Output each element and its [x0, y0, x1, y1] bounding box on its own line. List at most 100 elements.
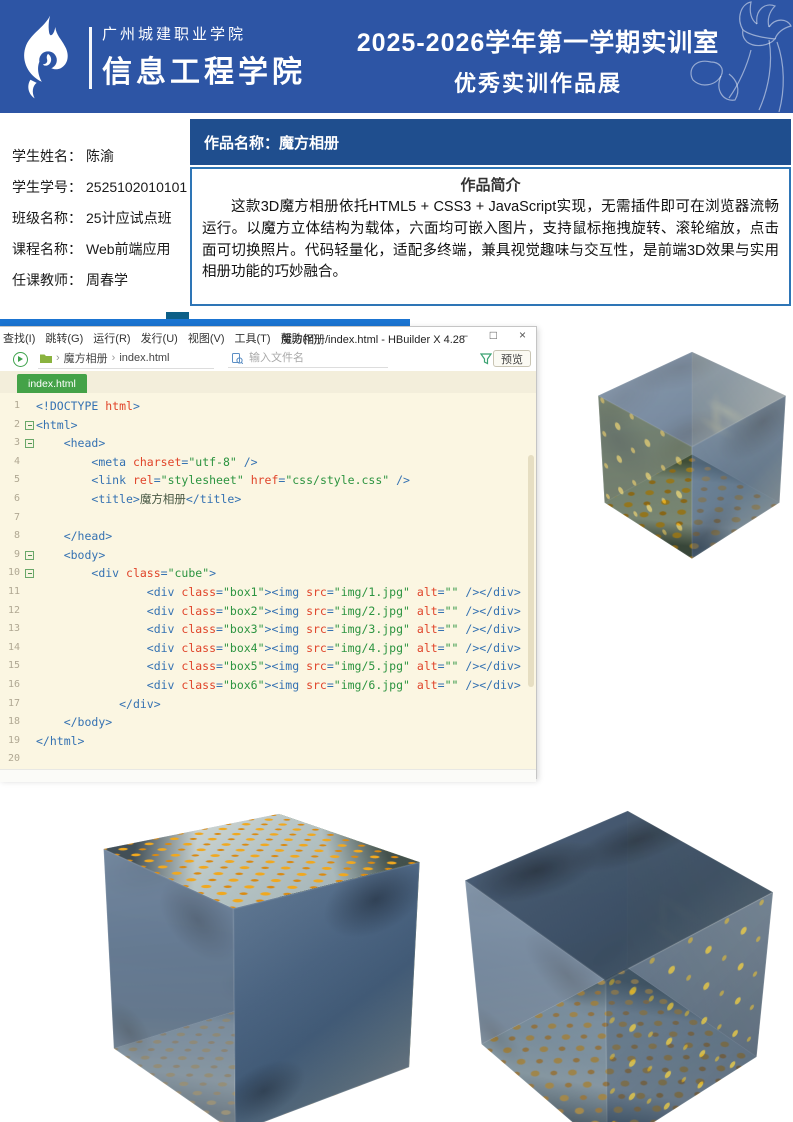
tab-index-html[interactable]: index.html [17, 374, 87, 393]
code-text: </div> [36, 695, 161, 714]
code-line: 5 <link rel="stylesheet" href="css/style… [0, 471, 536, 490]
info-value: 2525102010101 [86, 179, 187, 195]
fold-icon[interactable] [24, 416, 36, 435]
code-text: <body> [36, 546, 105, 565]
code-line: 9 <body> [0, 546, 536, 565]
run-button[interactable] [13, 352, 28, 367]
line-number: 9 [0, 546, 24, 565]
cube-3d [531, 849, 696, 1095]
code-line: 10 <div class="cube"> [0, 564, 536, 583]
work-intro-text: 这款3D魔方相册依托HTML5 + CSS3 + JavaScript实现，无需… [202, 197, 779, 284]
close-button[interactable]: × [519, 328, 526, 342]
fold-spacer [24, 713, 36, 732]
code-text: <meta charset="utf-8" /> [36, 453, 258, 472]
line-number: 15 [0, 657, 24, 676]
cube-3d [164, 836, 345, 1087]
fold-icon[interactable] [24, 434, 36, 453]
code-text: </body> [36, 713, 112, 732]
search-input[interactable] [247, 351, 363, 365]
info-label: 任课教师： [12, 272, 82, 288]
code-line: 17 </div> [0, 695, 536, 714]
line-number: 12 [0, 602, 24, 621]
ide-statusbar [0, 769, 536, 782]
ide-titlebar: 查找(I)跳转(G)运行(R)发行(U)视图(V)工具(T)帮助(Y) 魔方相册… [0, 327, 536, 347]
code-text: <div class="cube"> [36, 564, 216, 583]
cube-render-1 [588, 333, 793, 558]
work-panel: 作品名称：魔方相册 作品简介 这款3D魔方相册依托HTML5 + CSS3 + … [190, 119, 791, 306]
college-logo-flame-icon [16, 13, 78, 101]
preview-button[interactable]: 预览 [493, 350, 531, 367]
window-title: 魔方相册/index.html - HBuilder X 4.28 [281, 331, 465, 347]
info-value: 周春学 [86, 272, 128, 288]
folder-icon [40, 353, 52, 363]
work-intro-box: 作品简介 这款3D魔方相册依托HTML5 + CSS3 + JavaScript… [190, 167, 791, 306]
banner-title-line2: 优秀实训作品展 [338, 66, 738, 98]
code-text: </html> [36, 732, 84, 751]
fold-spacer [24, 750, 36, 769]
fold-spacer [24, 695, 36, 714]
info-label: 学生姓名： [12, 148, 82, 164]
fold-spacer [24, 397, 36, 416]
line-number: 1 [0, 397, 24, 416]
code-text: <div class="box1"><img src="img/1.jpg" a… [36, 583, 521, 602]
line-number: 13 [0, 620, 24, 639]
menu-item[interactable]: 工具(T) [235, 330, 271, 346]
line-number: 20 [0, 750, 24, 769]
code-line: 12 <div class="box2"><img src="img/2.jpg… [0, 602, 536, 621]
line-number: 4 [0, 453, 24, 472]
line-number: 14 [0, 639, 24, 658]
line-number: 5 [0, 471, 24, 490]
code-line: 19 </html> [0, 732, 536, 751]
code-line: 2 <html> [0, 416, 536, 435]
code-text: <div class="box3"><img src="img/3.jpg" a… [36, 620, 521, 639]
line-number: 3 [0, 434, 24, 453]
menu-item[interactable]: 查找(I) [3, 330, 35, 346]
code-line: 15 <div class="box5"><img src="img/5.jpg… [0, 657, 536, 676]
search-file-icon [232, 353, 243, 364]
breadcrumb-file[interactable]: index.html [119, 352, 169, 364]
cube-render-2 [92, 795, 432, 1122]
fold-icon[interactable] [24, 546, 36, 565]
line-number: 6 [0, 490, 24, 509]
menu-item[interactable]: 运行(R) [93, 330, 130, 346]
line-number: 8 [0, 527, 24, 546]
code-text: <div class="box6"><img src="img/6.jpg" a… [36, 676, 521, 695]
banner-title: 2025-2026学年第一学期实训室 优秀实训作品展 [338, 23, 738, 98]
info-row: 课程名称：Web前端应用 [12, 239, 187, 259]
code-text: <html> [36, 416, 78, 435]
file-search-field[interactable] [228, 350, 388, 368]
code-line: 18 </body> [0, 713, 536, 732]
lotus-lineart-icon [681, 0, 793, 113]
info-label: 课程名称： [12, 241, 82, 257]
student-info: 学生姓名：陈渝学生学号：2525102010101班级名称：25计应试点班课程名… [12, 146, 187, 301]
info-row: 学生姓名：陈渝 [12, 146, 187, 166]
code-area[interactable]: 1<!DOCTYPE html>2<html>3 <head>4 <meta c… [0, 393, 536, 769]
code-line: 6 <title>魔方相册</title> [0, 490, 536, 509]
line-number: 10 [0, 564, 24, 583]
header-divider [89, 27, 92, 89]
menu-item[interactable]: 视图(V) [188, 330, 225, 346]
college-name: 广州城建职业学院 信息工程学院 [102, 23, 306, 91]
minimize-button[interactable]: – [461, 328, 468, 342]
code-text: <title>魔方相册</title> [36, 490, 241, 509]
line-number: 19 [0, 732, 24, 751]
fold-spacer [24, 602, 36, 621]
cube-render-3 [445, 808, 793, 1122]
menu-item[interactable]: 发行(U) [141, 330, 178, 346]
breadcrumb[interactable]: › 魔方相册 › index.html [38, 349, 214, 369]
fold-icon[interactable] [24, 564, 36, 583]
breadcrumb-folder[interactable]: 魔方相册 [64, 350, 108, 366]
cube-3d [643, 373, 737, 530]
cube-face-front [233, 862, 419, 1122]
code-line: 13 <div class="box3"><img src="img/3.jpg… [0, 620, 536, 639]
menu-item[interactable]: 跳转(G) [45, 330, 83, 346]
fold-spacer [24, 527, 36, 546]
filter-icon[interactable] [480, 352, 492, 370]
line-number: 2 [0, 416, 24, 435]
code-text: </head> [36, 527, 112, 546]
code-text: <head> [36, 434, 105, 453]
code-text: <link rel="stylesheet" href="css/style.c… [36, 471, 410, 490]
editor-scrollbar[interactable] [528, 455, 534, 687]
line-number: 11 [0, 583, 24, 602]
maximize-button[interactable]: □ [490, 328, 497, 342]
